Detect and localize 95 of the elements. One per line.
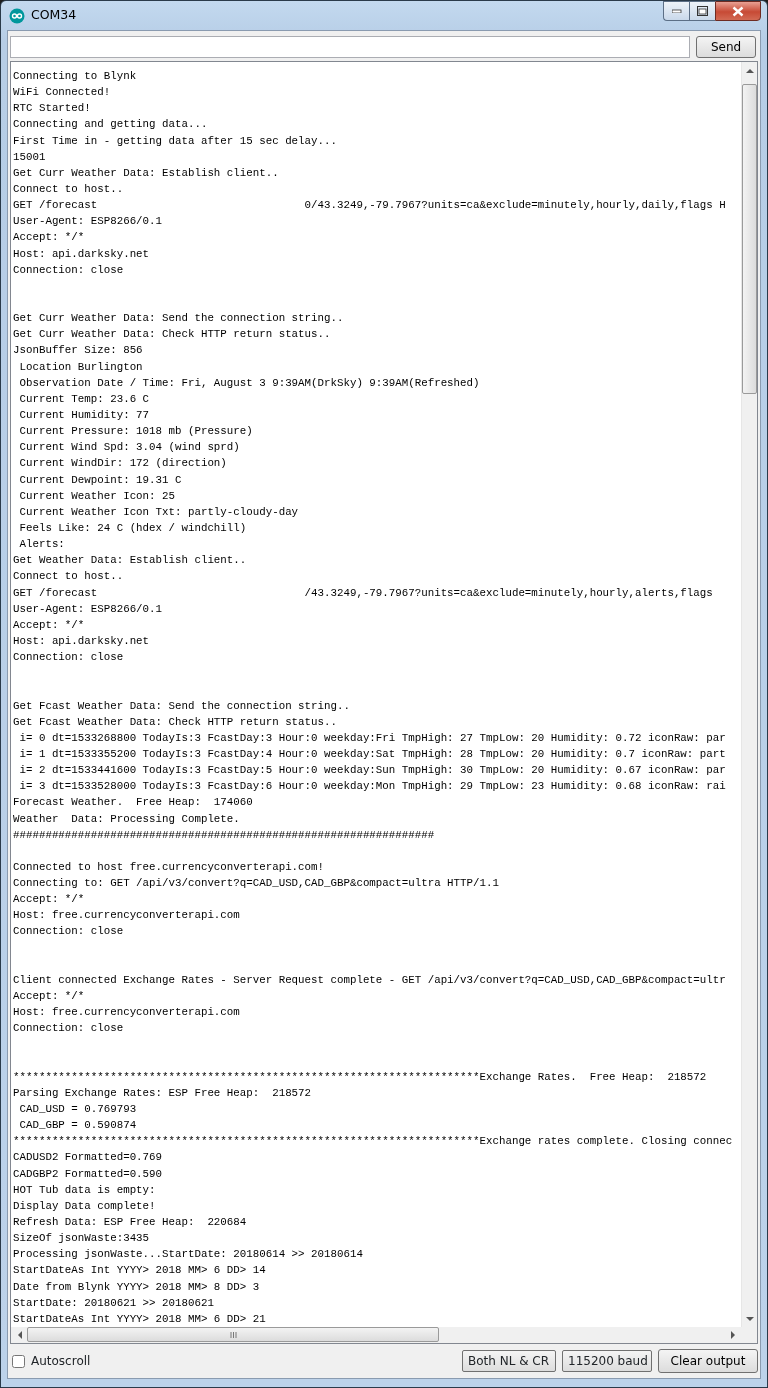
minimize-button[interactable]: [663, 1, 689, 21]
log-line: StartDate: 20180621 >> 20180621: [13, 1296, 214, 1309]
log-line: Date from Blynk YYYY> 2018 MM> 8 DD> 3: [13, 1280, 260, 1293]
log-line: Host: free.currencyconverterapi.com: [13, 1006, 240, 1019]
log-line: StartDateAs Int YYYY> 2018 MM> 6 DD> 14: [13, 1264, 266, 1277]
send-button[interactable]: Send: [696, 36, 756, 59]
maximize-icon: [697, 6, 708, 16]
log-line: CAD_GBP = 0.590874: [18, 1119, 137, 1132]
log-line: i= 0 dt=1533268800 TodayIs:3 FcastDay:3 Hour:0 weekday:Fri TmpHigh: 27 TmpLow: 20 Humidity: 0.72 iconRaw: par: [18, 731, 726, 744]
log-line: Weather Data: Processing Complete.: [13, 812, 240, 825]
log-line: ************************************************************************Exchange rates complete. Closing connec: [13, 1135, 733, 1148]
log-line: i= 2 dt=1533441600 TodayIs:3 FcastDay:5 Hour:0 weekday:Sun TmpHigh: 30 TmpLow: 20 Humidity: 0.67 iconRaw: par: [18, 764, 726, 777]
log-line: Parsing Exchange Rates: ESP Free Heap: 218572: [13, 1086, 312, 1099]
log-line: i= 1 dt=1533355200 TodayIs:3 FcastDay:4 Hour:0 weekday:Sat TmpHigh: 28 TmpLow: 20 Humidity: 0.7 iconRaw: part: [18, 747, 726, 760]
log-line: Get Weather Data: Establish client..: [13, 554, 247, 567]
log-line: User-Agent: ESP8266/0.1: [13, 602, 163, 615]
log-line: Connection: close: [13, 263, 124, 276]
log-line: Current Pressure: 1018 mb (Pressure): [18, 425, 253, 438]
log-line: Current Temp: 23.6 C: [18, 392, 150, 405]
log-line: Accept: */*: [13, 618, 85, 631]
log-line: CAD_USD = 0.769793: [18, 1103, 137, 1116]
log-line: SizeOf jsonWaste:3435: [13, 1232, 150, 1245]
horizontal-scrollbar[interactable]: [11, 1327, 741, 1343]
vertical-scrollbar[interactable]: [741, 62, 757, 1327]
log-line: RTC Started!: [13, 102, 91, 115]
log-line: Get Curr Weather Data: Check HTTP return status..: [13, 328, 331, 341]
log-line: JsonBuffer Size: 856: [13, 344, 143, 357]
log-line: Connection: close: [13, 1022, 124, 1035]
log-line: Display Data complete!: [13, 1199, 156, 1212]
log-line: Connecting to Blynk: [13, 70, 137, 83]
log-line: #################################################################: [13, 828, 435, 841]
close-icon: [732, 5, 744, 17]
clear-output-button[interactable]: Clear output: [658, 1349, 758, 1373]
autoscroll-checkbox[interactable]: [12, 1354, 25, 1368]
log-line: Alerts:: [18, 538, 65, 551]
log-line: Get Fcast Weather Data: Send the connection string..: [13, 699, 350, 712]
line-ending-dropdown[interactable]: Both NL & CR: [462, 1350, 556, 1372]
log-line: Host: free.currencyconverterapi.com: [13, 909, 240, 922]
log-line: Host: api.darksky.net: [13, 634, 150, 647]
log-line: Accept: */*: [13, 893, 85, 906]
log-line: Refresh Data: ESP Free Heap: 220684: [13, 1216, 247, 1228]
log-line: i= 3 dt=1533528000 TodayIs:3 FcastDay:6 Hour:0 weekday:Mon TmpHigh: 29 TmpLow: 23 Humidity: 0.68 iconRaw: rai: [18, 780, 726, 793]
log-line: First Time in - getting data after 15 sec delay...: [13, 134, 337, 147]
log-line: StartDateAs Int YYYY> 2018 MM> 6 DD> 21: [13, 1312, 266, 1325]
log-line: Current Wind Spd: 3.04 (wind sprd): [18, 441, 240, 454]
scroll-right-icon[interactable]: [730, 1331, 736, 1339]
log-line: CADGBP2 Formatted=0.590: [13, 1167, 163, 1180]
log-line: Forecast Weather. Free Heap: 174060: [13, 796, 253, 809]
log-line: Connection: close: [13, 651, 124, 664]
maximize-button[interactable]: [689, 1, 715, 21]
log-line: Client connected Exchange Rates - Server Request complete - GET /api/v3/convert?q=CAD_USD,CAD_GBP&compact=ultr: [13, 973, 726, 986]
log-line: Current Humidity: 77: [18, 409, 150, 421]
log-line: Location Burlington: [18, 360, 143, 373]
log-line: 0/43.3249,-79.7967?units=ca&exclude=minutely,hourly,daily,flags H: [304, 199, 726, 212]
log-line: Connect to host..: [13, 570, 124, 583]
log-line: Current WindDir: 172 (direction): [18, 457, 227, 470]
log-line: Get Fcast Weather Data: Check HTTP return status..: [13, 715, 337, 728]
log-line: Accept: */*: [13, 990, 85, 1003]
log-line: Feels Like: 24 C (hdex / windchill): [18, 521, 247, 534]
scrollbar-thumb[interactable]: [742, 84, 757, 395]
grip-icon: [229, 1331, 237, 1338]
message-input-field[interactable]: [10, 36, 690, 59]
log-line: Host: api.darksky.net: [13, 247, 150, 260]
log-line: Connect to host..: [13, 183, 124, 195]
log-line: Processing jsonWaste...StartDate: 20180614 >> 20180614: [13, 1248, 363, 1261]
baud-rate-dropdown[interactable]: 115200 baud: [562, 1350, 652, 1372]
log-line: Current Weather Icon: 25: [18, 489, 175, 502]
scroll-left-icon[interactable]: [16, 1331, 22, 1339]
scroll-up-icon[interactable]: [746, 67, 754, 73]
log-line: Connection: close: [13, 925, 124, 938]
log-line: /43.3249,-79.7967?units=ca&exclude=minutely,hourly,alerts,flags: [304, 586, 713, 599]
log-line: Connecting to: GET /api/v3/convert?q=CAD_USD,CAD_GBP&compact=ultra HTTP/1.1: [13, 877, 499, 890]
app-logo-icon: [9, 7, 25, 24]
scrollbar-thumb[interactable]: [27, 1327, 439, 1342]
minimize-icon: [671, 9, 682, 13]
log-line: CADUSD2 Formatted=0.769: [13, 1151, 163, 1164]
autoscroll-label: Autoscroll: [31, 1353, 91, 1370]
log-line: Current Dewpoint: 19.31 C: [18, 473, 182, 486]
log-line: User-Agent: ESP8266/0.1: [13, 215, 163, 228]
log-line: WiFi Connected!: [13, 86, 111, 99]
log-line: Get Curr Weather Data: Send the connection string..: [13, 312, 344, 325]
log-line: Current Weather Icon Txt: partly-cloudy-day: [18, 505, 299, 518]
log-line: Connecting and getting data...: [13, 118, 208, 131]
scroll-down-icon[interactable]: [746, 1316, 754, 1322]
log-line: Accept: */*: [13, 231, 85, 244]
log-line: Connected to host free.currencyconverterapi.com!: [13, 860, 324, 873]
log-line: HOT Tub data is empty:: [13, 1183, 156, 1196]
log-line: GET /forecast: [13, 586, 98, 599]
log-line: Get Curr Weather Data: Establish client..: [13, 166, 279, 179]
window-title: COM34: [31, 6, 77, 25]
log-line: ************************************************************************Exchange Rates. Free Heap: 218572: [13, 1070, 707, 1083]
log-line: Observation Date / Time: Fri, August 3 9:39AM(DrkSky) 9:39AM(Refreshed): [18, 376, 480, 389]
log-line: GET /forecast: [13, 199, 98, 212]
log-line: 15001: [13, 150, 46, 163]
close-button[interactable]: [715, 1, 761, 21]
